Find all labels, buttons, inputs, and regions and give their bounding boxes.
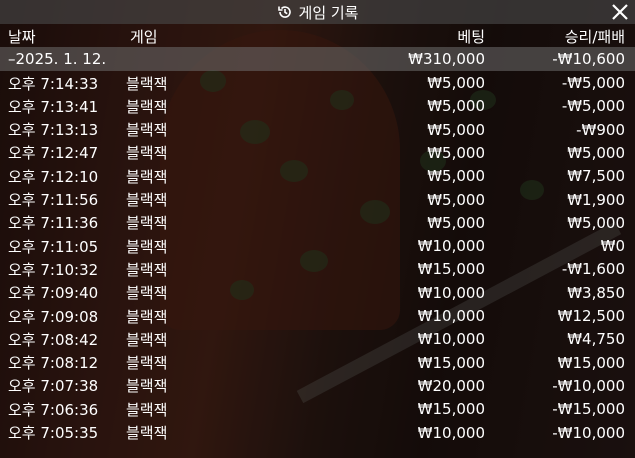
row-win-loss: ₩0 — [600, 237, 625, 256]
row-game: 블랙잭 — [126, 191, 168, 209]
day-group-row[interactable]: –2025. 1. 12. ₩310,000 -₩10,600 — [0, 47, 635, 71]
row-time: 오후 7:09:40 — [8, 284, 99, 303]
column-header-game[interactable]: 게임 — [130, 26, 158, 47]
row-time: 오후 7:14:33 — [8, 74, 99, 93]
row-time: 오후 7:11:56 — [8, 191, 99, 209]
table-row: 오후 7:06:36 블랙잭 ₩15,000 -₩15,000 — [0, 397, 635, 421]
row-win-loss: -₩1,600 — [561, 260, 625, 279]
row-win-loss: -₩5,000 — [561, 97, 625, 116]
row-game: 블랙잭 — [126, 400, 168, 419]
row-game: 블랙잭 — [126, 307, 168, 326]
table-row: 오후 7:12:47 블랙잭 ₩5,000 ₩5,000 — [0, 141, 635, 165]
row-bet: ₩5,000 — [427, 120, 485, 139]
row-time: 오후 7:07:38 — [8, 377, 99, 396]
column-header-bet[interactable]: 베팅 — [457, 26, 485, 47]
row-bet: ₩5,000 — [427, 143, 485, 162]
table-row: 오후 7:09:08 블랙잭 ₩10,000 ₩12,500 — [0, 304, 635, 328]
row-time: 오후 7:11:36 — [8, 214, 99, 233]
row-time: 오후 7:10:32 — [8, 260, 99, 279]
row-time: 오후 7:11:05 — [8, 237, 99, 256]
row-time: 오후 7:08:42 — [8, 330, 99, 349]
row-bet: ₩5,000 — [427, 74, 485, 92]
row-game: 블랙잭 — [126, 284, 168, 303]
row-game: 블랙잭 — [126, 214, 168, 233]
table-row: 오후 7:09:40 블랙잭 ₩10,000 ₩3,850 — [0, 281, 635, 305]
row-win-loss: ₩7,500 — [567, 167, 625, 186]
table-row: 오후 7:07:38 블랙잭 ₩20,000 -₩10,000 — [0, 374, 635, 398]
table-row: 오후 7:11:05 블랙잭 ₩10,000 ₩0 — [0, 234, 635, 258]
row-game: 블랙잭 — [126, 74, 168, 93]
table-row: 오후 7:13:41 블랙잭 ₩5,000 -₩5,000 — [0, 94, 635, 118]
row-bet: ₩10,000 — [417, 237, 485, 256]
row-win-loss: -₩5,000 — [561, 74, 625, 92]
row-time: 오후 7:12:47 — [8, 144, 99, 163]
row-bet: ₩5,000 — [427, 167, 485, 186]
row-win-loss: ₩4,750 — [567, 330, 625, 349]
row-time: 오후 7:13:13 — [8, 121, 99, 140]
row-time: 오후 7:09:08 — [8, 307, 99, 326]
row-bet: ₩10,000 — [417, 423, 485, 442]
day-group-win-loss-total: -₩10,600 — [552, 50, 625, 68]
column-header-row: 날짜 게임 베팅 승리/패배 — [0, 25, 635, 47]
row-win-loss: ₩5,000 — [567, 143, 625, 162]
row-bet: ₩10,000 — [417, 283, 485, 302]
row-bet: ₩15,000 — [417, 260, 485, 279]
row-game: 블랙잭 — [126, 144, 168, 163]
table-row: 오후 7:05:35 블랙잭 ₩10,000 -₩10,000 — [0, 421, 635, 445]
close-icon[interactable] — [609, 1, 631, 23]
row-game: 블랙잭 — [126, 424, 168, 442]
table-row: 오후 7:14:33 블랙잭 ₩5,000 -₩5,000 — [0, 71, 635, 95]
table-row: 오후 7:11:56 블랙잭 ₩5,000 ₩1,900 — [0, 188, 635, 212]
column-header-win-loss[interactable]: 승리/패배 — [565, 26, 625, 47]
row-win-loss: -₩10,000 — [552, 376, 625, 395]
game-history-panel: 게임 기록 날짜 게임 베팅 승리/패배 –2025. 1. 12. ₩310,… — [0, 0, 635, 458]
column-header-date[interactable]: 날짜 — [8, 26, 36, 47]
table-row: 오후 7:10:32 블랙잭 ₩15,000 -₩1,600 — [0, 257, 635, 281]
row-win-loss: ₩3,850 — [567, 283, 625, 302]
row-bet: ₩5,000 — [427, 190, 485, 209]
day-group-bet-total: ₩310,000 — [408, 50, 485, 68]
row-win-loss: -₩900 — [576, 120, 625, 139]
row-win-loss: ₩1,900 — [567, 190, 625, 209]
row-time: 오후 7:05:35 — [8, 424, 99, 442]
title-bar: 게임 기록 — [0, 0, 635, 24]
row-bet: ₩15,000 — [417, 400, 485, 419]
history-icon — [277, 4, 293, 20]
row-bet: ₩15,000 — [417, 353, 485, 372]
row-win-loss: ₩12,500 — [557, 307, 625, 325]
row-time: 오후 7:12:10 — [8, 167, 99, 186]
row-game: 블랙잭 — [126, 377, 168, 396]
row-bet: ₩5,000 — [427, 97, 485, 116]
row-time: 오후 7:06:36 — [8, 400, 99, 419]
row-win-loss: -₩15,000 — [552, 400, 625, 419]
table-row: 오후 7:12:10 블랙잭 ₩5,000 ₩7,500 — [0, 164, 635, 188]
row-game: 블랙잭 — [126, 354, 168, 373]
row-win-loss: ₩5,000 — [567, 213, 625, 232]
row-win-loss: -₩10,000 — [552, 423, 625, 442]
row-bet: ₩10,000 — [417, 307, 485, 325]
row-time: 오후 7:13:41 — [8, 97, 99, 116]
row-time: 오후 7:08:12 — [8, 354, 99, 373]
table-row: 오후 7:08:42 블랙잭 ₩10,000 ₩4,750 — [0, 327, 635, 351]
table-row: 오후 7:11:36 블랙잭 ₩5,000 ₩5,000 — [0, 211, 635, 235]
day-group-date: –2025. 1. 12. — [8, 50, 107, 68]
row-game: 블랙잭 — [126, 167, 168, 186]
table-row: 오후 7:08:12 블랙잭 ₩15,000 ₩15,000 — [0, 351, 635, 375]
row-game: 블랙잭 — [126, 260, 168, 279]
row-bet: ₩10,000 — [417, 330, 485, 349]
table-row: 오후 7:13:13 블랙잭 ₩5,000 -₩900 — [0, 118, 635, 142]
row-bet: ₩5,000 — [427, 213, 485, 232]
row-game: 블랙잭 — [126, 121, 168, 140]
row-win-loss: ₩15,000 — [557, 353, 625, 372]
row-game: 블랙잭 — [126, 237, 168, 256]
row-game: 블랙잭 — [126, 330, 168, 349]
row-game: 블랙잭 — [126, 97, 168, 116]
row-bet: ₩20,000 — [417, 376, 485, 395]
window-title: 게임 기록 — [298, 3, 359, 22]
